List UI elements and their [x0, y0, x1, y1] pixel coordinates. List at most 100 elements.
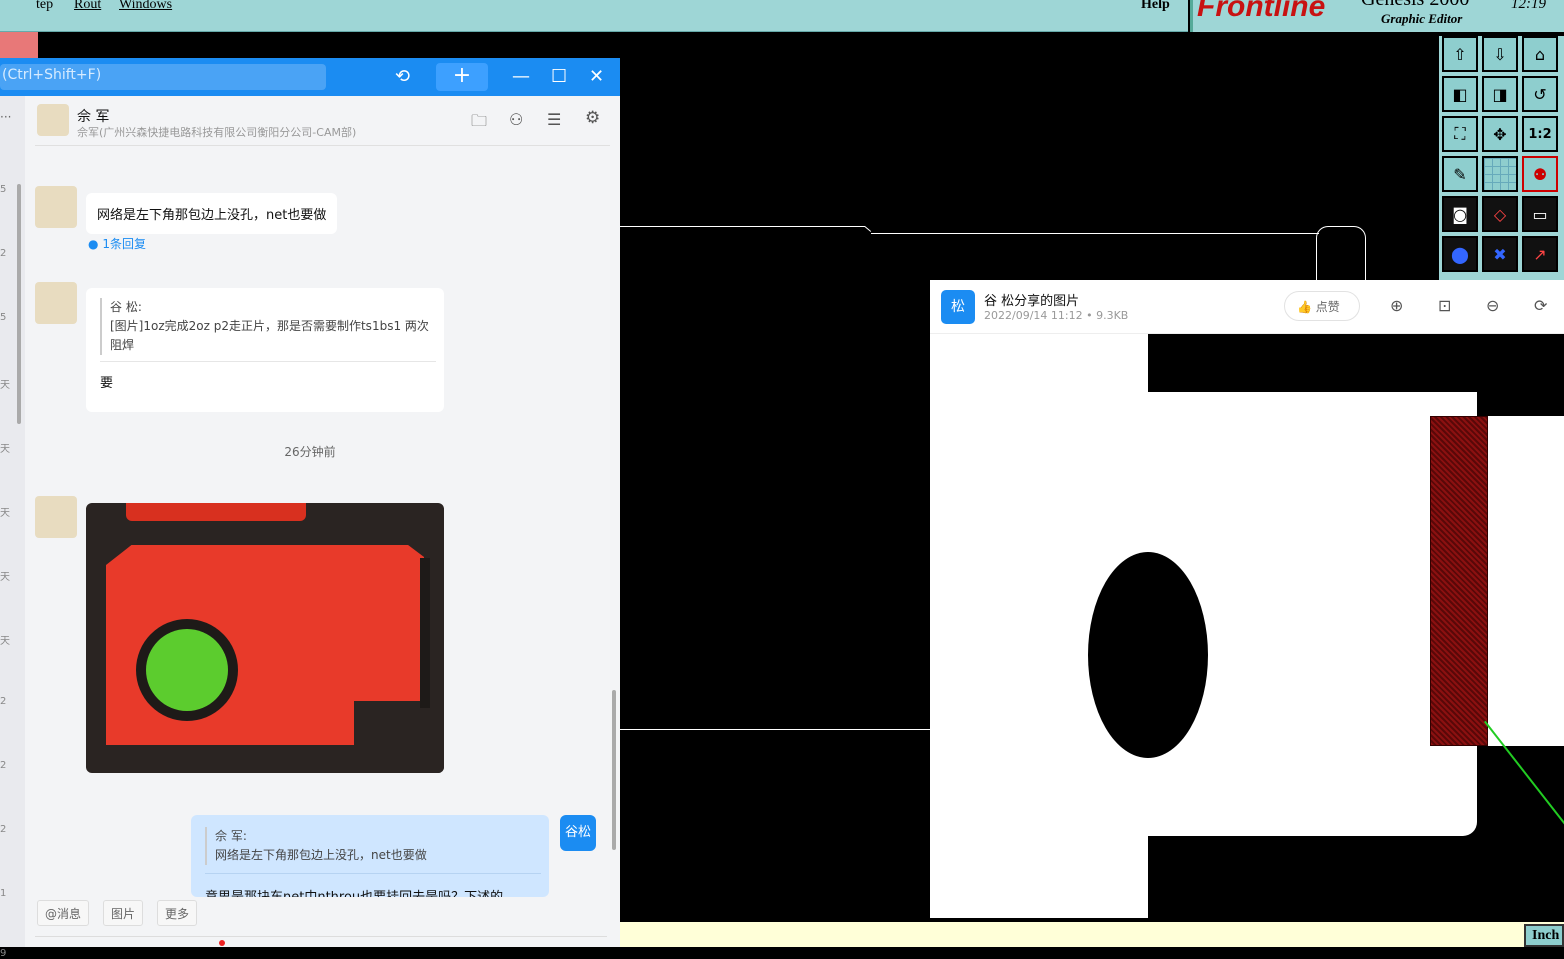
menu-rout[interactable]: Rout	[74, 0, 101, 13]
menu-windows[interactable]: Windows	[119, 0, 172, 13]
reply-count-link[interactable]: ● 1条回复	[88, 235, 146, 252]
contact-name: 佘 军	[77, 109, 110, 125]
thumbs-up-icon: 👍	[1297, 300, 1312, 314]
my-message-bubble[interactable]: 佘 军: 网络是左下角那包边上没孔，net也要做 意思是那块东net中nthro…	[191, 815, 549, 897]
minimize-icon[interactable]: —	[512, 66, 530, 87]
contact-avatar	[37, 104, 69, 136]
upload-icon[interactable]: ⇧	[1442, 36, 1478, 72]
message-bubble[interactable]: 谷 松: [图片]1oz完成2oz p2走正片，那是否需要制作ts1bs1 两次…	[86, 288, 444, 412]
tool-palette: ⇧ ⇩ ⌂ ◧ ◨ ↺ ⛶ ✥ 1:2 ✎ ⚉ ◙ ◇ ▭ ⬤ ✖ ↗	[1439, 36, 1564, 280]
maximize-icon[interactable]: ☐	[551, 66, 567, 87]
close-icon[interactable]: ✕	[589, 66, 604, 87]
message-text: 意思是那块东net中nthrou也要挂回去是吗？下述的	[205, 886, 541, 897]
chat-scrollbar[interactable]	[612, 690, 616, 850]
green-pad	[146, 629, 228, 711]
menu-step[interactable]: tep	[36, 0, 53, 13]
download-icon[interactable]: ⇩	[1482, 36, 1518, 72]
zoom-fit-icon[interactable]: ✥	[1482, 116, 1518, 152]
route-icon[interactable]: ↗	[1522, 236, 1558, 272]
fit-screen-icon[interactable]: ⛶	[1442, 116, 1478, 152]
divider	[35, 145, 610, 146]
highlighted-net	[1430, 416, 1488, 746]
pcb-gap	[420, 558, 430, 708]
pcb-cutout	[354, 701, 444, 773]
quote-text: [图片]1oz完成2oz p2走正片，那是否需要制作ts1bs1 两次阻焊	[110, 319, 429, 352]
editor-subtitle: Graphic Editor	[1381, 11, 1463, 26]
snapshot-icon[interactable]: ◙	[1442, 196, 1478, 232]
quote-author: 佘 军:	[215, 829, 247, 843]
list-scrollbar[interactable]	[17, 184, 21, 424]
scale-1-2-button[interactable]: 1:2	[1522, 116, 1558, 152]
rail-badge: 2	[0, 760, 7, 771]
search-history-icon[interactable]: ☰	[547, 110, 561, 129]
sender-avatar	[35, 496, 77, 538]
message-bubble[interactable]: 网络是左下角那包边上没孔，net也要做	[86, 193, 338, 234]
undo-view-icon[interactable]: ↺	[1522, 76, 1558, 112]
reply-count: 1条回复	[102, 237, 146, 251]
red-dot	[219, 940, 225, 946]
shape-icon[interactable]: ◇	[1482, 196, 1518, 232]
rail-badge: 天	[0, 572, 10, 583]
image-button[interactable]: 图片	[103, 900, 144, 926]
viewer-header: 松 谷 松分享的图片 2022/09/14 11:12 • 9.3KB 👍 点赞…	[930, 280, 1564, 334]
status-strip	[620, 922, 1564, 947]
net-icon[interactable]: ⚉	[1522, 156, 1558, 192]
pan-left-icon[interactable]: ◧	[1442, 76, 1478, 112]
board-outline	[864, 226, 872, 232]
chat-window: (Ctrl+Shift+F) ⟲ + — ☐ ✕ ··· 5 2 5 天 天 天…	[0, 58, 620, 959]
rail-badge: 9	[0, 948, 7, 959]
self-avatar: 谷松	[560, 815, 596, 851]
board-outline	[620, 226, 865, 227]
viewer-meta: 2022/09/14 11:12 • 9.3KB	[984, 309, 1129, 322]
product-name: Genesis 2000	[1361, 0, 1469, 11]
sender-avatar	[35, 282, 77, 324]
rail-badge: 天	[0, 636, 10, 647]
board-outline	[871, 233, 1319, 234]
connect-icon[interactable]: ⬤	[1442, 236, 1478, 272]
pcb-red-region	[126, 503, 306, 521]
quote-text: 网络是左下角那包边上没孔，net也要做	[215, 848, 427, 862]
clock: 12:19	[1511, 0, 1546, 12]
conversation-header: 佘 军 佘军(广州兴森快捷电路科技有限公司衡阳分公司-CAM部) 🗀 ⚇ ☰ ⚙	[25, 96, 620, 146]
quote-divider	[100, 361, 436, 362]
time-divider: 26分钟前	[284, 445, 336, 459]
shared-image	[1088, 334, 1564, 918]
quoted-message: 佘 军: 网络是左下角那包边上没孔，net也要做	[205, 827, 541, 865]
actual-size-icon[interactable]: ⊡	[1438, 296, 1451, 315]
image-viewer: 松 谷 松分享的图片 2022/09/14 11:12 • 9.3KB 👍 点赞…	[930, 280, 1564, 918]
folder-icon[interactable]: 🗀	[471, 110, 487, 137]
rail-badge: 5	[0, 184, 7, 195]
rail-badge: 2	[0, 248, 7, 259]
ruler-icon[interactable]: ▭	[1522, 196, 1558, 232]
like-label: 点赞	[1315, 300, 1340, 314]
genesis-brand-panel: Frontline Genesis 2000 Graphic Editor 12…	[1190, 0, 1564, 32]
rail-badge: 1	[0, 888, 7, 899]
cross-icon[interactable]: ✖	[1482, 236, 1518, 272]
image-message[interactable]	[86, 503, 444, 773]
settings-gear-icon[interactable]: ⚙	[585, 108, 600, 128]
quoted-message: 谷 松: [图片]1oz完成2oz p2走正片，那是否需要制作ts1bs1 两次…	[100, 298, 436, 355]
home-icon[interactable]: ⌂	[1522, 36, 1558, 72]
board-outline	[620, 729, 930, 730]
mention-button[interactable]: @消息	[37, 900, 90, 926]
zoom-out-icon[interactable]: ⊖	[1486, 296, 1499, 315]
frontline-logo: Frontline	[1197, 0, 1326, 23]
rail-badge: 2	[0, 824, 7, 835]
measure-icon[interactable]: ✎	[1442, 156, 1478, 192]
unit-button[interactable]: Inch	[1524, 924, 1564, 947]
search-input[interactable]: (Ctrl+Shift+F)	[0, 64, 326, 90]
menu-help[interactable]: Help	[1141, 0, 1170, 13]
add-button[interactable]: +	[436, 63, 488, 91]
zoom-in-icon[interactable]: ⊕	[1390, 296, 1403, 315]
history-icon[interactable]: ⟲	[395, 66, 410, 87]
sender-avatar	[35, 186, 77, 228]
more-button[interactable]: 更多	[157, 900, 198, 926]
more-icon[interactable]: ···	[0, 110, 11, 124]
like-button[interactable]: 👍 点赞	[1284, 291, 1360, 321]
add-member-icon[interactable]: ⚇	[509, 110, 523, 129]
pan-right-icon[interactable]: ◨	[1482, 76, 1518, 112]
grid-icon[interactable]	[1482, 156, 1518, 192]
rotate-icon[interactable]: ⟳	[1534, 296, 1547, 315]
contact-org: 佘军(广州兴森快捷电路科技有限公司衡阳分公司-CAM部)	[77, 126, 357, 139]
conversation-list-edge: ··· 5 2 5 天 天 天 天 天 2 2 2 1 9	[0, 96, 25, 959]
